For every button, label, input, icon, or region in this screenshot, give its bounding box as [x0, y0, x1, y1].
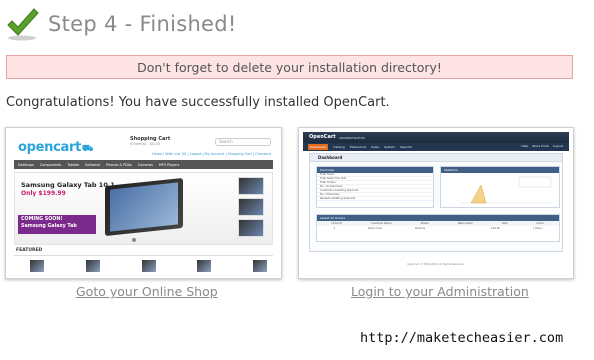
admin-nav-item: Sales — [371, 145, 380, 149]
nav-item: Software — [85, 162, 101, 167]
admin-preview[interactable]: OpenCart ADMINISTRATION Dashboard Catalo… — [298, 127, 574, 279]
admin-brand: OpenCart — [309, 134, 336, 140]
cart-sub: 0 item(s) - $0.00 — [130, 142, 161, 146]
banner-title: Samsung Galaxy Tab 10.1 — [21, 181, 115, 189]
admin-nav-item: Dashboard — [308, 144, 329, 150]
search-input: Search — [215, 138, 271, 146]
statistics-chart-icon — [461, 176, 552, 204]
nav-item: Components — [39, 162, 62, 167]
top-links: Home | Wish List (0) | Logout | My Accou… — [152, 152, 271, 156]
overview-panel: Overview Total Sales: Total Sales This Y… — [316, 166, 434, 208]
admin-brand-sub: ADMINISTRATION — [339, 135, 365, 140]
nav-item: Tablets — [67, 162, 80, 167]
page-title: Step 4 - Finished! — [48, 12, 237, 36]
tablet-image — [105, 177, 183, 237]
admin-nav-right: Help — [521, 144, 529, 148]
banner-strip-line1: COMING SOON! — [21, 217, 63, 222]
nav-item: MP3 Players — [158, 162, 180, 167]
nav-item: Phones & PDAs — [106, 162, 132, 167]
warning-banner: Don't forget to delete your installation… — [6, 55, 573, 79]
goto-shop-link[interactable]: Goto your Online Shop — [76, 284, 218, 299]
banner-strip-line2: Samsung Galaxy Tab — [21, 224, 77, 229]
featured-heading: FEATURED — [14, 248, 273, 256]
shop-navbar: Desktops Components Tablets Software Pho… — [14, 160, 273, 169]
cart-icon: ⛟ — [82, 144, 94, 154]
admin-topbar: OpenCart ADMINISTRATION — [303, 132, 569, 143]
admin-nav-right: Store Front — [532, 144, 549, 148]
admin-nav-right: Logout — [552, 144, 563, 148]
admin-dashboard: Dashboard Overview Total Sales: Total Sa… — [309, 153, 563, 252]
admin-navbar: Dashboard Catalog Extensions Sales Syste… — [303, 143, 569, 151]
latest-orders-panel: Latest 10 Orders Order ID Customer Name … — [316, 214, 560, 242]
nav-item: Desktops — [18, 162, 34, 167]
admin-footer: OpenCart © 2009-2012 All Rights Reserved… — [407, 263, 465, 266]
statistics-panel: Statistics — [440, 166, 560, 208]
admin-nav-item: System — [384, 145, 396, 149]
banner-strip: COMING SOON! Samsung Galaxy Tab — [18, 215, 96, 234]
check-icon — [7, 8, 39, 41]
admin-nav-item: Catalog — [333, 145, 345, 149]
dashboard-title: Dashboard — [318, 155, 343, 160]
featured-products — [30, 260, 267, 272]
watermark: http://maketecheasier.com — [360, 330, 564, 346]
admin-nav-item: Extensions — [349, 145, 367, 149]
banner-price: Only $199.99 — [21, 190, 66, 197]
header: Step 4 - Finished! — [6, 4, 237, 44]
carousel-dot — [132, 238, 136, 242]
admin-login-link[interactable]: Login to your Administration — [351, 284, 529, 299]
promo-banner: Samsung Galaxy Tab 10.1 Only $199.99 COM… — [14, 172, 273, 245]
opencart-logo: opencart⛟ — [18, 140, 94, 155]
congrats-message: Congratulations! You have successfully i… — [6, 95, 390, 110]
side-thumbnails — [238, 177, 268, 240]
nav-item: Cameras — [137, 162, 153, 167]
admin-nav-item: Reports — [400, 145, 412, 149]
shop-preview[interactable]: opencart⛟ Search Shopping Cart 0 item(s)… — [5, 127, 282, 279]
